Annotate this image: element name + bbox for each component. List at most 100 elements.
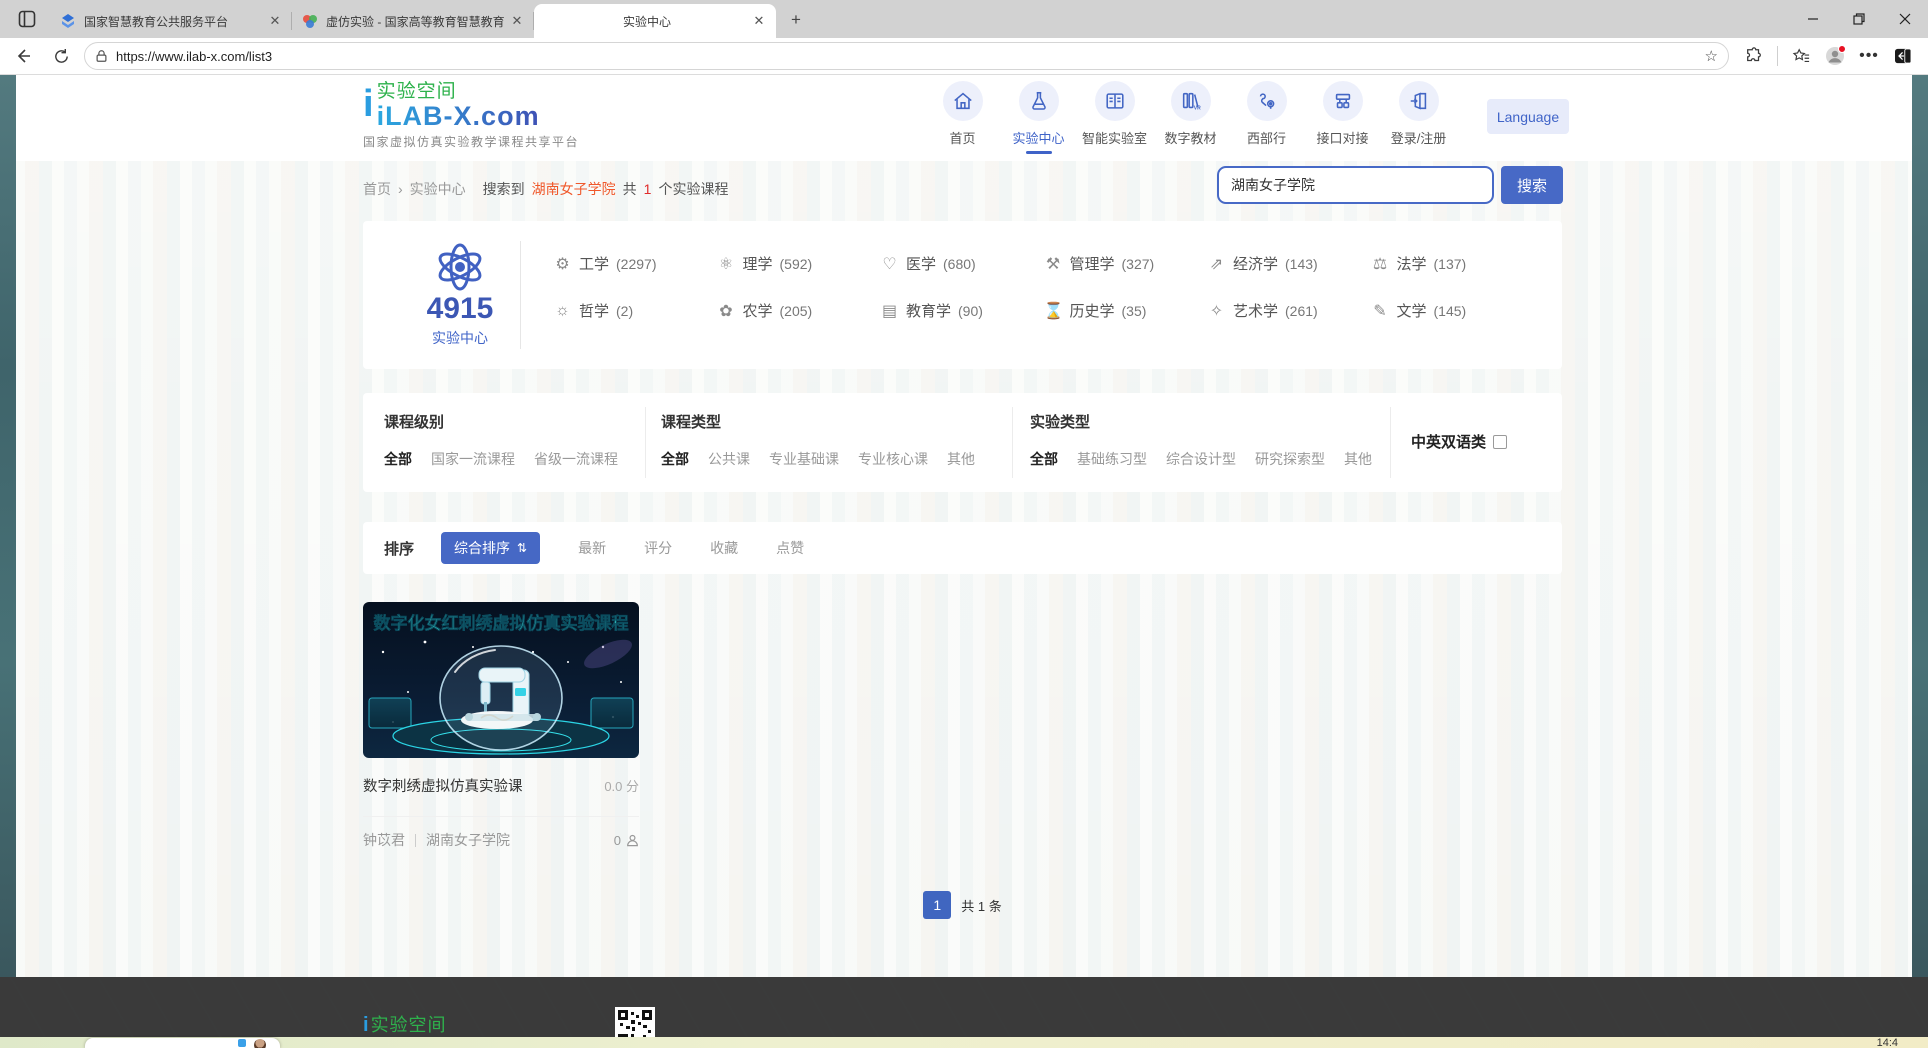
filter-option[interactable]: 公共课: [708, 449, 750, 469]
result-count-suffix: 个实验课程: [658, 179, 728, 199]
breadcrumb-home[interactable]: 首页: [363, 179, 391, 199]
category-name: 历史学: [1070, 300, 1115, 321]
bilingual-checkbox[interactable]: [1493, 435, 1507, 449]
filter-option[interactable]: 其他: [947, 449, 975, 469]
nav-item-experiment-center[interactable]: 实验中心: [1007, 81, 1070, 154]
bulb-icon: ✧: [1207, 301, 1226, 321]
browser-address-bar: https://www.ilab-x.com/list3 ☆ •••: [0, 38, 1928, 75]
category-management[interactable]: ⚒管理学(327): [1044, 253, 1208, 274]
category-count: (592): [780, 256, 813, 272]
category-engineering[interactable]: ⚙工学(2297): [553, 253, 717, 274]
sort-bar: 排序 综合排序 ⇅ 最新 评分 收藏 点赞: [363, 522, 1562, 574]
filter-option[interactable]: 研究探索型: [1255, 449, 1325, 469]
url-bar[interactable]: https://www.ilab-x.com/list3 ☆: [84, 42, 1729, 70]
favorites-icon[interactable]: [1786, 41, 1816, 71]
book-icon: ▤: [880, 301, 899, 321]
category-philosophy[interactable]: ☼哲学(2): [553, 300, 717, 321]
new-tab-button[interactable]: +: [782, 6, 810, 34]
sort-option-likes[interactable]: 点赞: [776, 538, 804, 558]
browser-tab-2[interactable]: 虚仿实验 - 国家高等教育智慧教育 ✕: [292, 4, 534, 38]
open-book-icon: [1104, 90, 1126, 112]
filter-option[interactable]: 全部: [661, 449, 689, 469]
nav-label: 实验中心: [1012, 128, 1064, 147]
bookmark-star-icon[interactable]: ☆: [1705, 47, 1718, 65]
filter-option[interactable]: 省级一流课程: [534, 449, 618, 469]
category-name: 法学: [1397, 253, 1427, 274]
back-icon[interactable]: [8, 41, 38, 71]
sort-option-rating[interactable]: 评分: [644, 538, 672, 558]
course-title[interactable]: 数字刺绣虚拟仿真实验课: [363, 775, 523, 796]
nav-item-digital-textbook[interactable]: VR 数字教材: [1159, 81, 1222, 154]
category-history[interactable]: ⌛历史学(35): [1044, 300, 1208, 321]
nav-label: 智能实验室: [1082, 128, 1147, 147]
filter-option[interactable]: 基础练习型: [1077, 449, 1147, 469]
category-art[interactable]: ✧艺术学(261): [1207, 300, 1371, 321]
tab-close-icon[interactable]: ✕: [508, 12, 526, 30]
filter-group-course-type: 课程类型 全部 公共课 专业基础课 专业核心课 其他: [661, 393, 975, 492]
nav-item-west-tour[interactable]: 西部行: [1235, 81, 1298, 154]
nav-item-smart-lab[interactable]: 智能实验室: [1083, 81, 1146, 154]
settings-menu-icon[interactable]: •••: [1854, 41, 1884, 71]
footer-logo-i-mark: i: [363, 1014, 369, 1037]
divider: [1012, 407, 1013, 478]
search-input[interactable]: [1217, 166, 1494, 204]
nav-item-login-register[interactable]: 登录/注册: [1387, 81, 1450, 154]
experiment-center-stat[interactable]: 4915 实验中心: [405, 243, 515, 348]
breadcrumb-section[interactable]: 实验中心: [410, 179, 466, 199]
filter-option[interactable]: 专业基础课: [769, 449, 839, 469]
category-count: (2): [616, 303, 633, 319]
floating-video-window[interactable]: [85, 1038, 280, 1048]
footer-logo: i 实验空间: [363, 1011, 447, 1037]
category-law[interactable]: ⚖法学(137): [1371, 253, 1535, 274]
filter-option[interactable]: 其他: [1344, 449, 1372, 469]
nav-item-home[interactable]: 首页: [931, 81, 994, 154]
gear-icon: ⚙: [553, 254, 572, 274]
main-nav: 首页 实验中心 智能实验室 VR 数字教材 西部行 接口对接: [931, 81, 1450, 154]
sort-composite-button[interactable]: 综合排序 ⇅: [441, 532, 540, 564]
sun-icon: ☼: [553, 302, 572, 320]
course-banner-image[interactable]: 数字化女红刺绣虚拟仿真实验课程: [363, 602, 639, 758]
filter-option[interactable]: 全部: [1030, 449, 1058, 469]
profile-avatar[interactable]: [1820, 41, 1850, 71]
sort-option-newest[interactable]: 最新: [578, 538, 606, 558]
window-close-button[interactable]: [1882, 0, 1928, 38]
logo-i-mark: i: [363, 81, 374, 127]
filter-option[interactable]: 全部: [384, 449, 412, 469]
tab-title: 虚仿实验 - 国家高等教育智慧教育: [326, 13, 508, 30]
category-medicine[interactable]: ♡医学(680): [880, 253, 1044, 274]
tab-close-icon[interactable]: ✕: [750, 12, 768, 30]
category-count: (90): [958, 303, 983, 319]
course-card[interactable]: 数字化女红刺绣虚拟仿真实验课程 数字刺绣虚拟仿真实验课 0.0 分 钟苡君: [363, 602, 639, 850]
sidebar-toggle-icon[interactable]: [1888, 41, 1918, 71]
sort-arrows-icon: ⇅: [517, 542, 527, 554]
filter-option[interactable]: 国家一流课程: [431, 449, 515, 469]
category-science[interactable]: ⚛理学(592): [717, 253, 881, 274]
category-economics[interactable]: ⇗经济学(143): [1207, 253, 1371, 274]
filter-group-course-level: 课程级别 全部 国家一流课程 省级一流课程: [384, 393, 618, 492]
category-agriculture[interactable]: ✿农学(205): [717, 300, 881, 321]
tab-close-icon[interactable]: ✕: [266, 12, 284, 30]
filter-option[interactable]: 专业核心课: [858, 449, 928, 469]
window-minimize-button[interactable]: [1790, 0, 1836, 38]
filter-option[interactable]: 综合设计型: [1166, 449, 1236, 469]
taskbar-clock: 14:4: [1877, 1037, 1898, 1048]
site-logo[interactable]: i 实验空间 iLAB-X.com 国家虚拟仿真实验教学课程共享平台: [363, 81, 579, 150]
sort-option-favorites[interactable]: 收藏: [710, 538, 738, 558]
search-button[interactable]: 搜索: [1501, 166, 1563, 204]
extensions-icon[interactable]: [1739, 41, 1769, 71]
language-button[interactable]: Language: [1487, 99, 1569, 134]
nav-item-api-connect[interactable]: 接口对接: [1311, 81, 1374, 154]
url-text[interactable]: https://www.ilab-x.com/list3: [116, 49, 1705, 64]
category-name: 工学: [579, 253, 609, 274]
browser-tab-1[interactable]: 国家智慧教育公共服务平台 ✕: [50, 4, 292, 38]
window-restore-button[interactable]: [1836, 0, 1882, 38]
page-number-button[interactable]: 1: [923, 891, 951, 919]
browser-tab-active[interactable]: 实验中心 ✕: [534, 4, 776, 38]
refresh-icon[interactable]: [46, 41, 76, 71]
category-education[interactable]: ▤教育学(90): [880, 300, 1044, 321]
category-name: 理学: [743, 253, 773, 274]
category-literature[interactable]: ✎文学(145): [1371, 300, 1535, 321]
category-name: 艺术学: [1233, 300, 1278, 321]
tab-workspaces-icon[interactable]: [12, 4, 42, 34]
page-bg-right-strip: [1912, 75, 1928, 1048]
